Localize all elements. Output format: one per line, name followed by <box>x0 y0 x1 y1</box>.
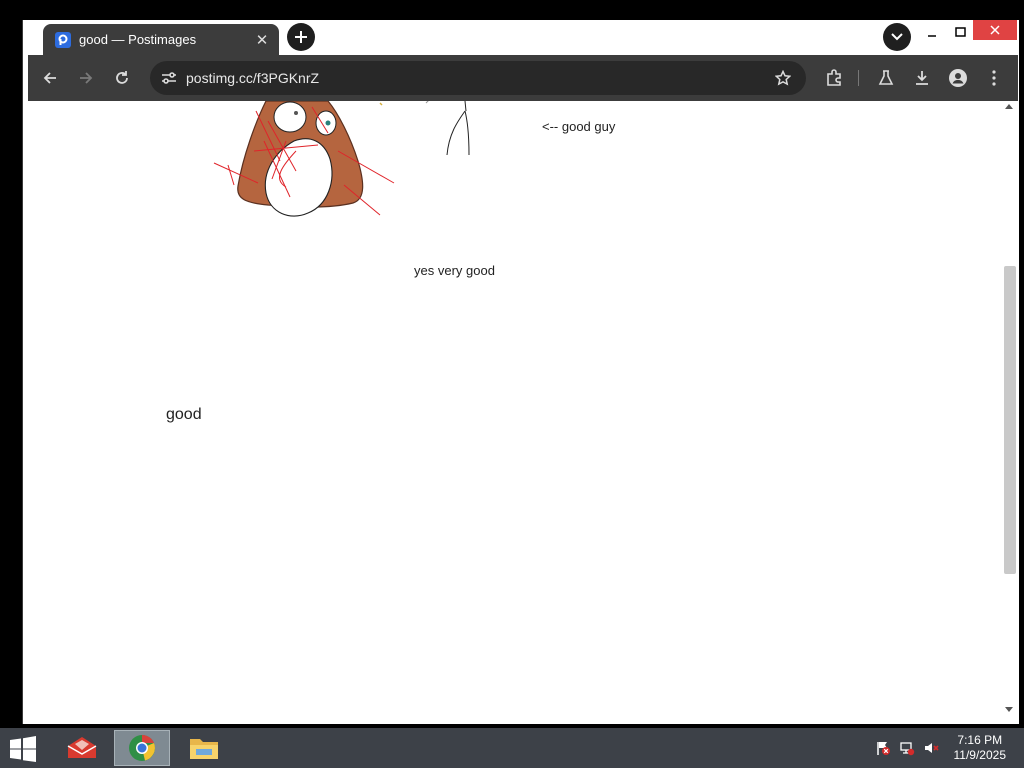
start-button[interactable] <box>8 736 38 762</box>
desktop-background <box>0 0 22 728</box>
file-explorer-icon <box>190 739 218 759</box>
close-window-button[interactable] <box>973 20 1017 40</box>
browser-toolbar: postimg.cc/f3PGKnrZ <box>28 55 1018 101</box>
browser-window: good — Postimages ✕ postimg.cc/f3PGKnrZ … <box>22 20 1019 724</box>
taskbar-chrome[interactable] <box>114 730 170 766</box>
more-vertical-icon <box>992 70 996 86</box>
profile-button[interactable] <box>944 64 972 92</box>
forward-button[interactable] <box>72 64 100 92</box>
site-info-icon[interactable] <box>158 67 180 89</box>
arrow-right-icon <box>80 72 93 84</box>
chevron-down-icon <box>891 33 903 41</box>
clock-date: 11/9/2025 <box>953 748 1007 762</box>
minimize-icon <box>928 35 936 37</box>
maximize-button[interactable] <box>945 20 975 44</box>
labs-button[interactable] <box>872 64 900 92</box>
minimize-button[interactable] <box>917 20 947 44</box>
url-text[interactable]: postimg.cc/f3PGKnrZ <box>186 70 770 86</box>
tab-strip: good — Postimages ✕ <box>23 20 1019 55</box>
tab-close-icon[interactable]: ✕ <box>253 31 271 49</box>
taskbar: 7:16 PM 11/9/2025 <box>0 728 1024 768</box>
chrome-icon <box>129 735 155 761</box>
scroll-up-arrow-icon[interactable] <box>1005 104 1013 109</box>
system-clock[interactable]: 7:16 PM 11/9/2025 <box>954 733 1007 763</box>
tab-search-button[interactable] <box>883 23 911 51</box>
maximize-icon <box>954 27 966 37</box>
good-caption: good <box>166 406 202 423</box>
scroll-down-arrow-icon[interactable] <box>1005 707 1013 712</box>
taskbar-app-icon[interactable] <box>54 730 110 766</box>
page-content: <-- good guy yes very good good <box>28 101 1002 720</box>
puzzle-icon <box>827 69 841 86</box>
download-icon <box>916 71 928 85</box>
postimages-icon <box>55 31 71 48</box>
arrow-left-icon <box>43 72 56 84</box>
tab-title: good — Postimages <box>79 32 197 47</box>
good-guy-annotation: <-- good guy <box>542 119 616 134</box>
tab-good-postimages[interactable]: good — Postimages ✕ <box>43 24 279 55</box>
close-icon <box>990 25 1000 35</box>
extensions-button[interactable] <box>820 64 848 92</box>
volume-muted-icon[interactable] <box>922 740 940 756</box>
network-icon[interactable] <box>898 740 916 756</box>
bookmark-star-icon[interactable] <box>770 65 796 91</box>
action-center-flag-icon[interactable] <box>874 740 892 756</box>
reload-icon <box>116 71 128 84</box>
windows-logo-icon <box>10 736 36 762</box>
clock-time: 7:16 PM <box>957 733 1003 747</box>
back-button[interactable] <box>36 64 64 92</box>
plus-icon <box>295 31 307 43</box>
posted-drawing-image <box>213 101 470 217</box>
address-bar[interactable]: postimg.cc/f3PGKnrZ <box>150 61 806 95</box>
toolbar-divider <box>858 70 859 86</box>
flask-icon <box>878 70 894 85</box>
app-icon <box>67 737 97 758</box>
taskbar-file-explorer[interactable] <box>176 730 232 766</box>
reload-button[interactable] <box>108 64 136 92</box>
downloads-button[interactable] <box>908 64 936 92</box>
menu-button[interactable] <box>980 64 1008 92</box>
vertical-scrollbar[interactable] <box>1002 101 1018 720</box>
avatar-icon <box>949 69 967 87</box>
scroll-thumb[interactable] <box>1004 266 1016 574</box>
yes-very-good-caption: yes very good <box>414 263 495 278</box>
new-tab-button[interactable] <box>287 23 315 51</box>
